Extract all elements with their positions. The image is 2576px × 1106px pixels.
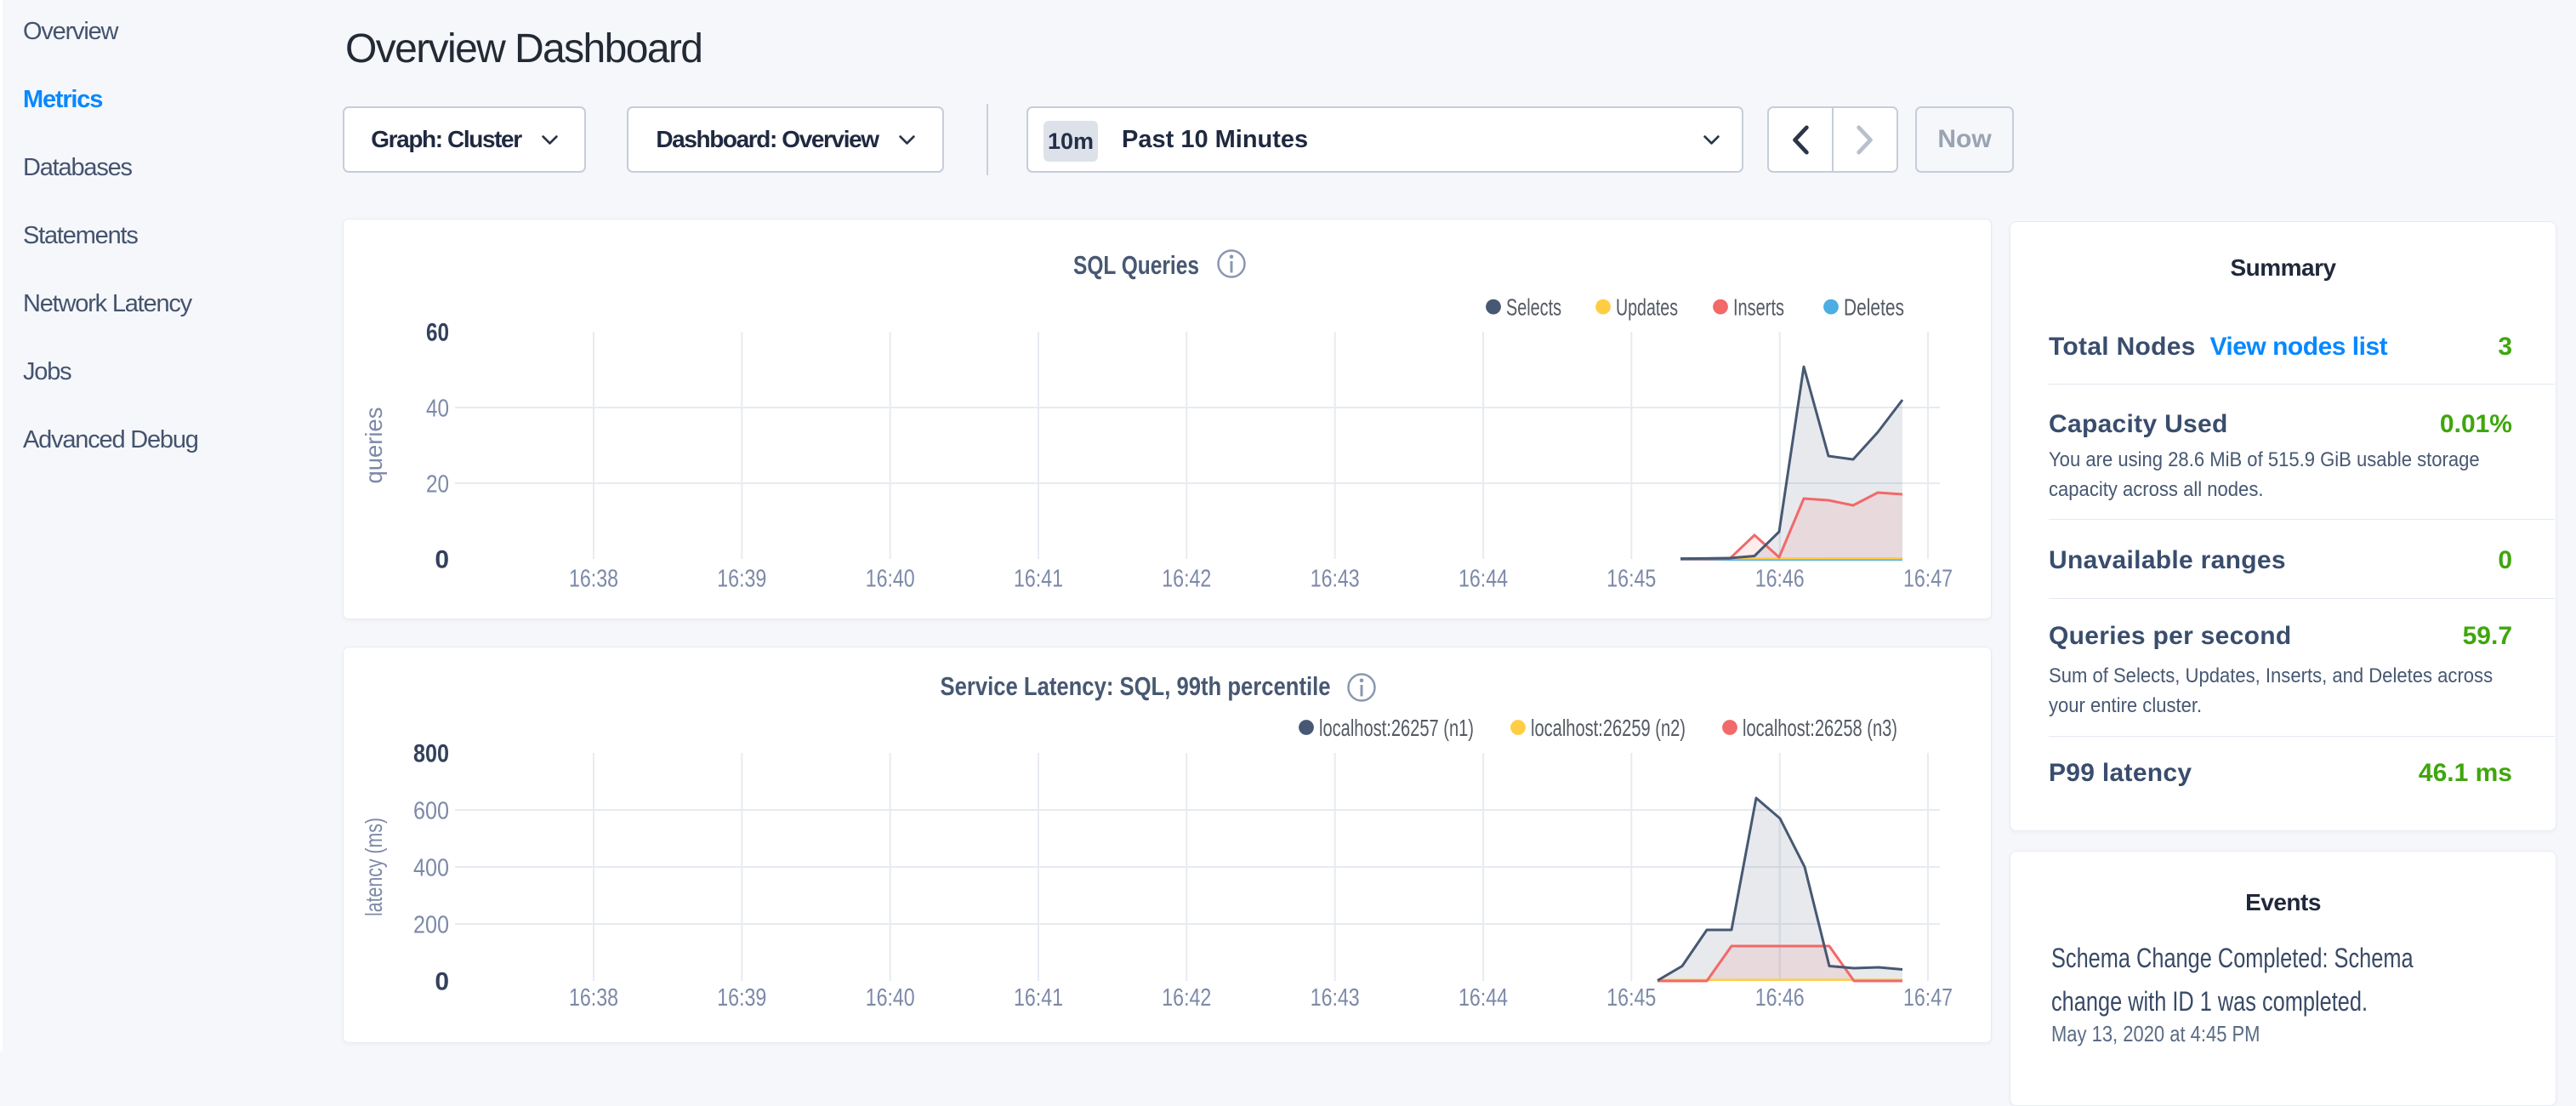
- svg-text:200: 200: [413, 912, 449, 939]
- svg-text:16:40: 16:40: [866, 566, 915, 593]
- svg-text:16:47: 16:47: [1903, 566, 1953, 593]
- svg-text:0: 0: [435, 968, 449, 996]
- svg-text:16:42: 16:42: [1162, 566, 1211, 593]
- svg-text:40: 40: [426, 396, 449, 423]
- svg-text:queries: queries: [361, 408, 387, 484]
- svg-text:16:43: 16:43: [1311, 984, 1360, 1012]
- svg-text:16:41: 16:41: [1014, 984, 1063, 1012]
- svg-text:localhost:26258 (n3): localhost:26258 (n3): [1743, 715, 1897, 741]
- svg-text:16:38: 16:38: [569, 566, 618, 593]
- svg-text:16:42: 16:42: [1162, 984, 1211, 1012]
- svg-text:localhost:26257 (n1): localhost:26257 (n1): [1319, 715, 1474, 741]
- svg-text:16:44: 16:44: [1459, 566, 1508, 593]
- svg-text:Inserts: Inserts: [1733, 294, 1784, 321]
- svg-text:16:43: 16:43: [1311, 566, 1360, 593]
- svg-text:16:46: 16:46: [1755, 984, 1805, 1012]
- svg-text:latency (ms): latency (ms): [361, 818, 387, 916]
- svg-text:Selects: Selects: [1506, 294, 1561, 321]
- svg-text:16:44: 16:44: [1459, 984, 1508, 1012]
- svg-text:16:45: 16:45: [1606, 566, 1656, 593]
- svg-text:Deletes: Deletes: [1844, 294, 1904, 321]
- svg-text:16:39: 16:39: [717, 984, 766, 1012]
- svg-text:16:47: 16:47: [1903, 984, 1953, 1012]
- svg-text:SQL Queries: SQL Queries: [1073, 250, 1199, 280]
- svg-text:16:39: 16:39: [717, 566, 766, 593]
- svg-text:16:40: 16:40: [866, 984, 915, 1012]
- svg-text:16:38: 16:38: [569, 984, 618, 1012]
- svg-text:800: 800: [413, 740, 449, 768]
- svg-text:16:46: 16:46: [1755, 566, 1805, 593]
- svg-text:Service Latency: SQL, 99th per: Service Latency: SQL, 99th percentile: [941, 671, 1331, 701]
- svg-text:400: 400: [413, 855, 449, 882]
- svg-text:Updates: Updates: [1616, 294, 1678, 321]
- svg-text:localhost:26259 (n2): localhost:26259 (n2): [1531, 715, 1686, 741]
- svg-text:20: 20: [426, 471, 449, 499]
- svg-text:60: 60: [426, 319, 449, 347]
- svg-text:16:41: 16:41: [1014, 566, 1063, 593]
- svg-text:0: 0: [435, 546, 449, 574]
- svg-text:16:45: 16:45: [1606, 984, 1656, 1012]
- svg-text:600: 600: [413, 798, 449, 825]
